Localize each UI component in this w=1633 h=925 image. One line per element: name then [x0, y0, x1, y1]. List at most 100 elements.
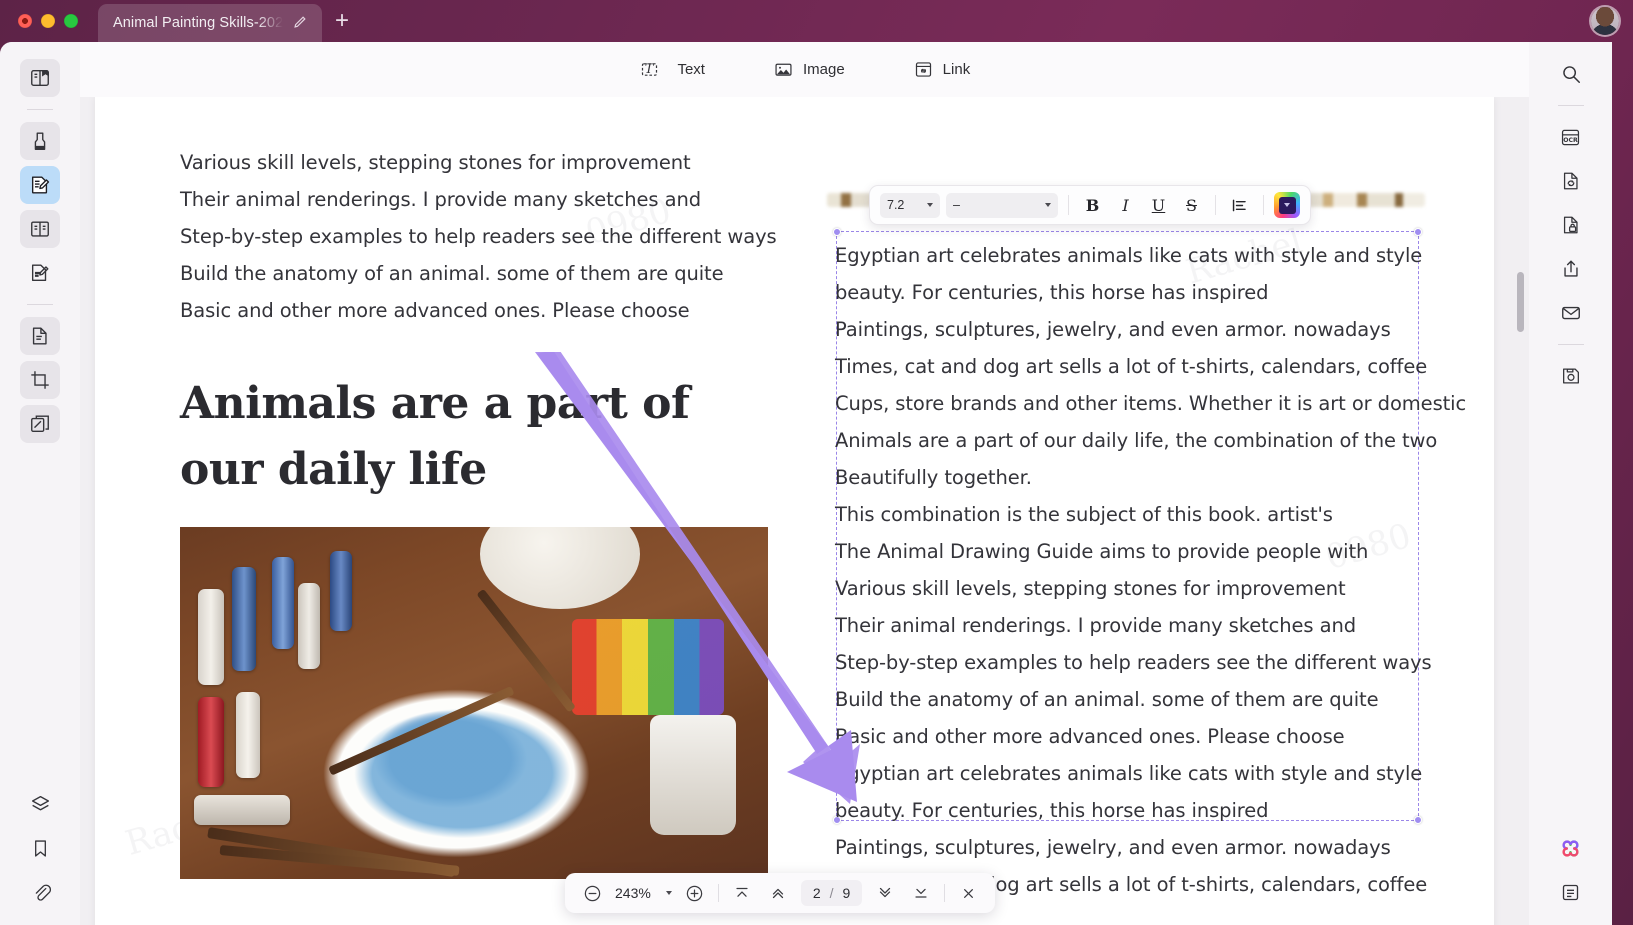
- sidebar-item-reader-view[interactable]: [20, 59, 60, 97]
- main-toolbar: T Text Image Link: [80, 42, 1529, 97]
- right-toolbar: OCR: [1529, 42, 1612, 925]
- font-family-select[interactable]: –: [946, 192, 1058, 218]
- sidebar-item-layers[interactable]: [20, 785, 60, 823]
- left-text-column: Various skill levels, stepping stones fo…: [180, 97, 800, 503]
- page-title[interactable]: Animals are a part of our daily life: [180, 371, 700, 503]
- share-icon[interactable]: [1551, 250, 1591, 288]
- search-icon[interactable]: [1551, 55, 1591, 93]
- close-window-button[interactable]: [18, 14, 32, 28]
- save-icon[interactable]: [1551, 357, 1591, 395]
- divider: [1068, 195, 1069, 215]
- next-page-icon[interactable]: [872, 880, 898, 906]
- minimize-window-button[interactable]: [41, 14, 55, 28]
- doc-line[interactable]: Paintings, sculptures, jewelry, and even…: [835, 829, 1435, 866]
- sidebar-item-annotate-tool[interactable]: [20, 254, 60, 292]
- sidebar-item-edit-tool[interactable]: [20, 166, 60, 204]
- image-icon: [773, 59, 794, 80]
- toolbar-label-image: Image: [802, 61, 845, 78]
- chevron-down-icon: [927, 203, 933, 207]
- plus-circle-icon[interactable]: [682, 880, 708, 906]
- close-icon[interactable]: [955, 880, 981, 906]
- sidebar-item-attachments[interactable]: [20, 873, 60, 911]
- sidebar-item-organize-pages[interactable]: [20, 405, 60, 443]
- doc-line[interactable]: Cups, store brands and other items. Whet…: [835, 385, 1466, 422]
- convert-document-icon[interactable]: [1551, 162, 1591, 200]
- minus-circle-icon[interactable]: [579, 880, 605, 906]
- font-size-value: 7.2: [887, 198, 905, 212]
- sidebar-item-highlight-tool[interactable]: [20, 122, 60, 160]
- toolbar-item-image[interactable]: Image: [765, 55, 853, 84]
- vertical-scrollbar[interactable]: [1517, 272, 1524, 332]
- notes-icon[interactable]: [1551, 873, 1591, 911]
- sidebar-item-bookmarks[interactable]: [20, 829, 60, 867]
- doc-line[interactable]: Basic and other more advanced ones. Plea…: [835, 718, 1435, 755]
- doc-line[interactable]: Beautifully together.: [835, 459, 1435, 496]
- document-tab[interactable]: Animal Painting Skills-2023: [98, 4, 322, 42]
- toolbar-item-link[interactable]: Link: [905, 55, 979, 84]
- align-left-icon[interactable]: [1226, 192, 1253, 219]
- zoom-level-value[interactable]: 243%: [615, 885, 651, 901]
- lock-document-icon[interactable]: [1551, 206, 1591, 244]
- font-family-value: –: [953, 198, 960, 212]
- doc-line[interactable]: Their animal renderings. I provide many …: [180, 181, 800, 218]
- divider: [27, 304, 53, 305]
- current-page-value[interactable]: 2: [813, 885, 821, 901]
- doc-line[interactable]: This combination is the subject of this …: [835, 496, 1435, 533]
- doc-line[interactable]: Build the anatomy of an animal. some of …: [835, 681, 1435, 718]
- divider: [1557, 344, 1584, 345]
- font-size-select[interactable]: 7.2: [880, 192, 940, 218]
- text-color-icon[interactable]: [1274, 192, 1300, 218]
- doc-line[interactable]: Egyptian art celebrates animals like cat…: [835, 755, 1435, 792]
- link-icon: [913, 59, 934, 80]
- doc-line[interactable]: Paintings, sculptures, jewelry, and even…: [835, 311, 1435, 348]
- doc-line[interactable]: Step-by-step examples to help readers se…: [835, 644, 1435, 681]
- pencil-icon[interactable]: [293, 15, 307, 31]
- sidebar-item-crop-tool[interactable]: [20, 361, 60, 399]
- chevron-down-icon[interactable]: [665, 891, 672, 895]
- maximize-window-button[interactable]: [64, 14, 78, 28]
- page-indicator[interactable]: 2 / 9: [800, 880, 863, 906]
- ai-flower-icon[interactable]: [1551, 829, 1591, 867]
- strikethrough-button[interactable]: S: [1178, 192, 1205, 219]
- avatar[interactable]: [1591, 7, 1619, 35]
- doc-line[interactable]: Their animal renderings. I provide many …: [835, 607, 1435, 644]
- doc-line[interactable]: Basic and other more advanced ones. Plea…: [180, 292, 800, 329]
- doc-line[interactable]: Step-by-step examples to help readers se…: [180, 218, 800, 255]
- divider: [717, 884, 719, 902]
- doc-line[interactable]: Various skill levels, stepping stones fo…: [180, 144, 800, 181]
- new-tab-button[interactable]: +: [330, 9, 354, 33]
- last-page-icon[interactable]: [908, 880, 934, 906]
- bold-button[interactable]: B: [1079, 192, 1106, 219]
- italic-button[interactable]: I: [1112, 192, 1139, 219]
- toolbar-label-text: Text: [677, 61, 705, 78]
- doc-line[interactable]: Various skill levels, stepping stones fo…: [835, 570, 1435, 607]
- zoom-page-bar: 243% 2 / 9: [565, 873, 996, 913]
- doc-line[interactable]: Egyptian art celebrates animals like cat…: [835, 237, 1435, 274]
- doc-line[interactable]: Animals are a part of our daily life, th…: [835, 422, 1437, 459]
- tab-title: Animal Painting Skills-2023: [113, 15, 283, 31]
- chevron-down-icon: [1045, 203, 1051, 207]
- toolbar-item-text[interactable]: T Text: [631, 55, 713, 84]
- doc-line[interactable]: The Animal Drawing Guide aims to provide…: [835, 533, 1435, 570]
- app-shell: OCR T Text Image Link 0980 Rachel 0980 V…: [0, 42, 1612, 925]
- first-page-icon[interactable]: [729, 880, 755, 906]
- doc-line[interactable]: Times, cat and dog art sells a lot of t-…: [835, 348, 1435, 385]
- total-pages-value: 9: [842, 885, 851, 901]
- doc-line[interactable]: beauty. For centuries, this horse has in…: [835, 792, 1435, 829]
- sidebar-item-compare-pages[interactable]: [20, 210, 60, 248]
- divider: [1215, 195, 1216, 215]
- left-toolbar: [0, 42, 80, 925]
- divider: [944, 884, 946, 902]
- document-canvas[interactable]: Rachel（索相田） 0980 Rachel 0980 Various ski…: [80, 97, 1529, 925]
- doc-line[interactable]: beauty. For centuries, this horse has in…: [835, 274, 1435, 311]
- color-swatch: [1278, 196, 1296, 214]
- painting-supplies-photo[interactable]: [180, 527, 768, 879]
- divider: [27, 109, 53, 110]
- ocr-icon[interactable]: OCR: [1551, 118, 1591, 156]
- prev-page-icon[interactable]: [765, 880, 791, 906]
- underline-button[interactable]: U: [1145, 192, 1172, 219]
- doc-line[interactable]: Build the anatomy of an animal. some of …: [180, 255, 800, 292]
- divider: [1263, 195, 1264, 215]
- sidebar-item-page-tool[interactable]: [20, 317, 60, 355]
- envelope-icon[interactable]: [1551, 294, 1591, 332]
